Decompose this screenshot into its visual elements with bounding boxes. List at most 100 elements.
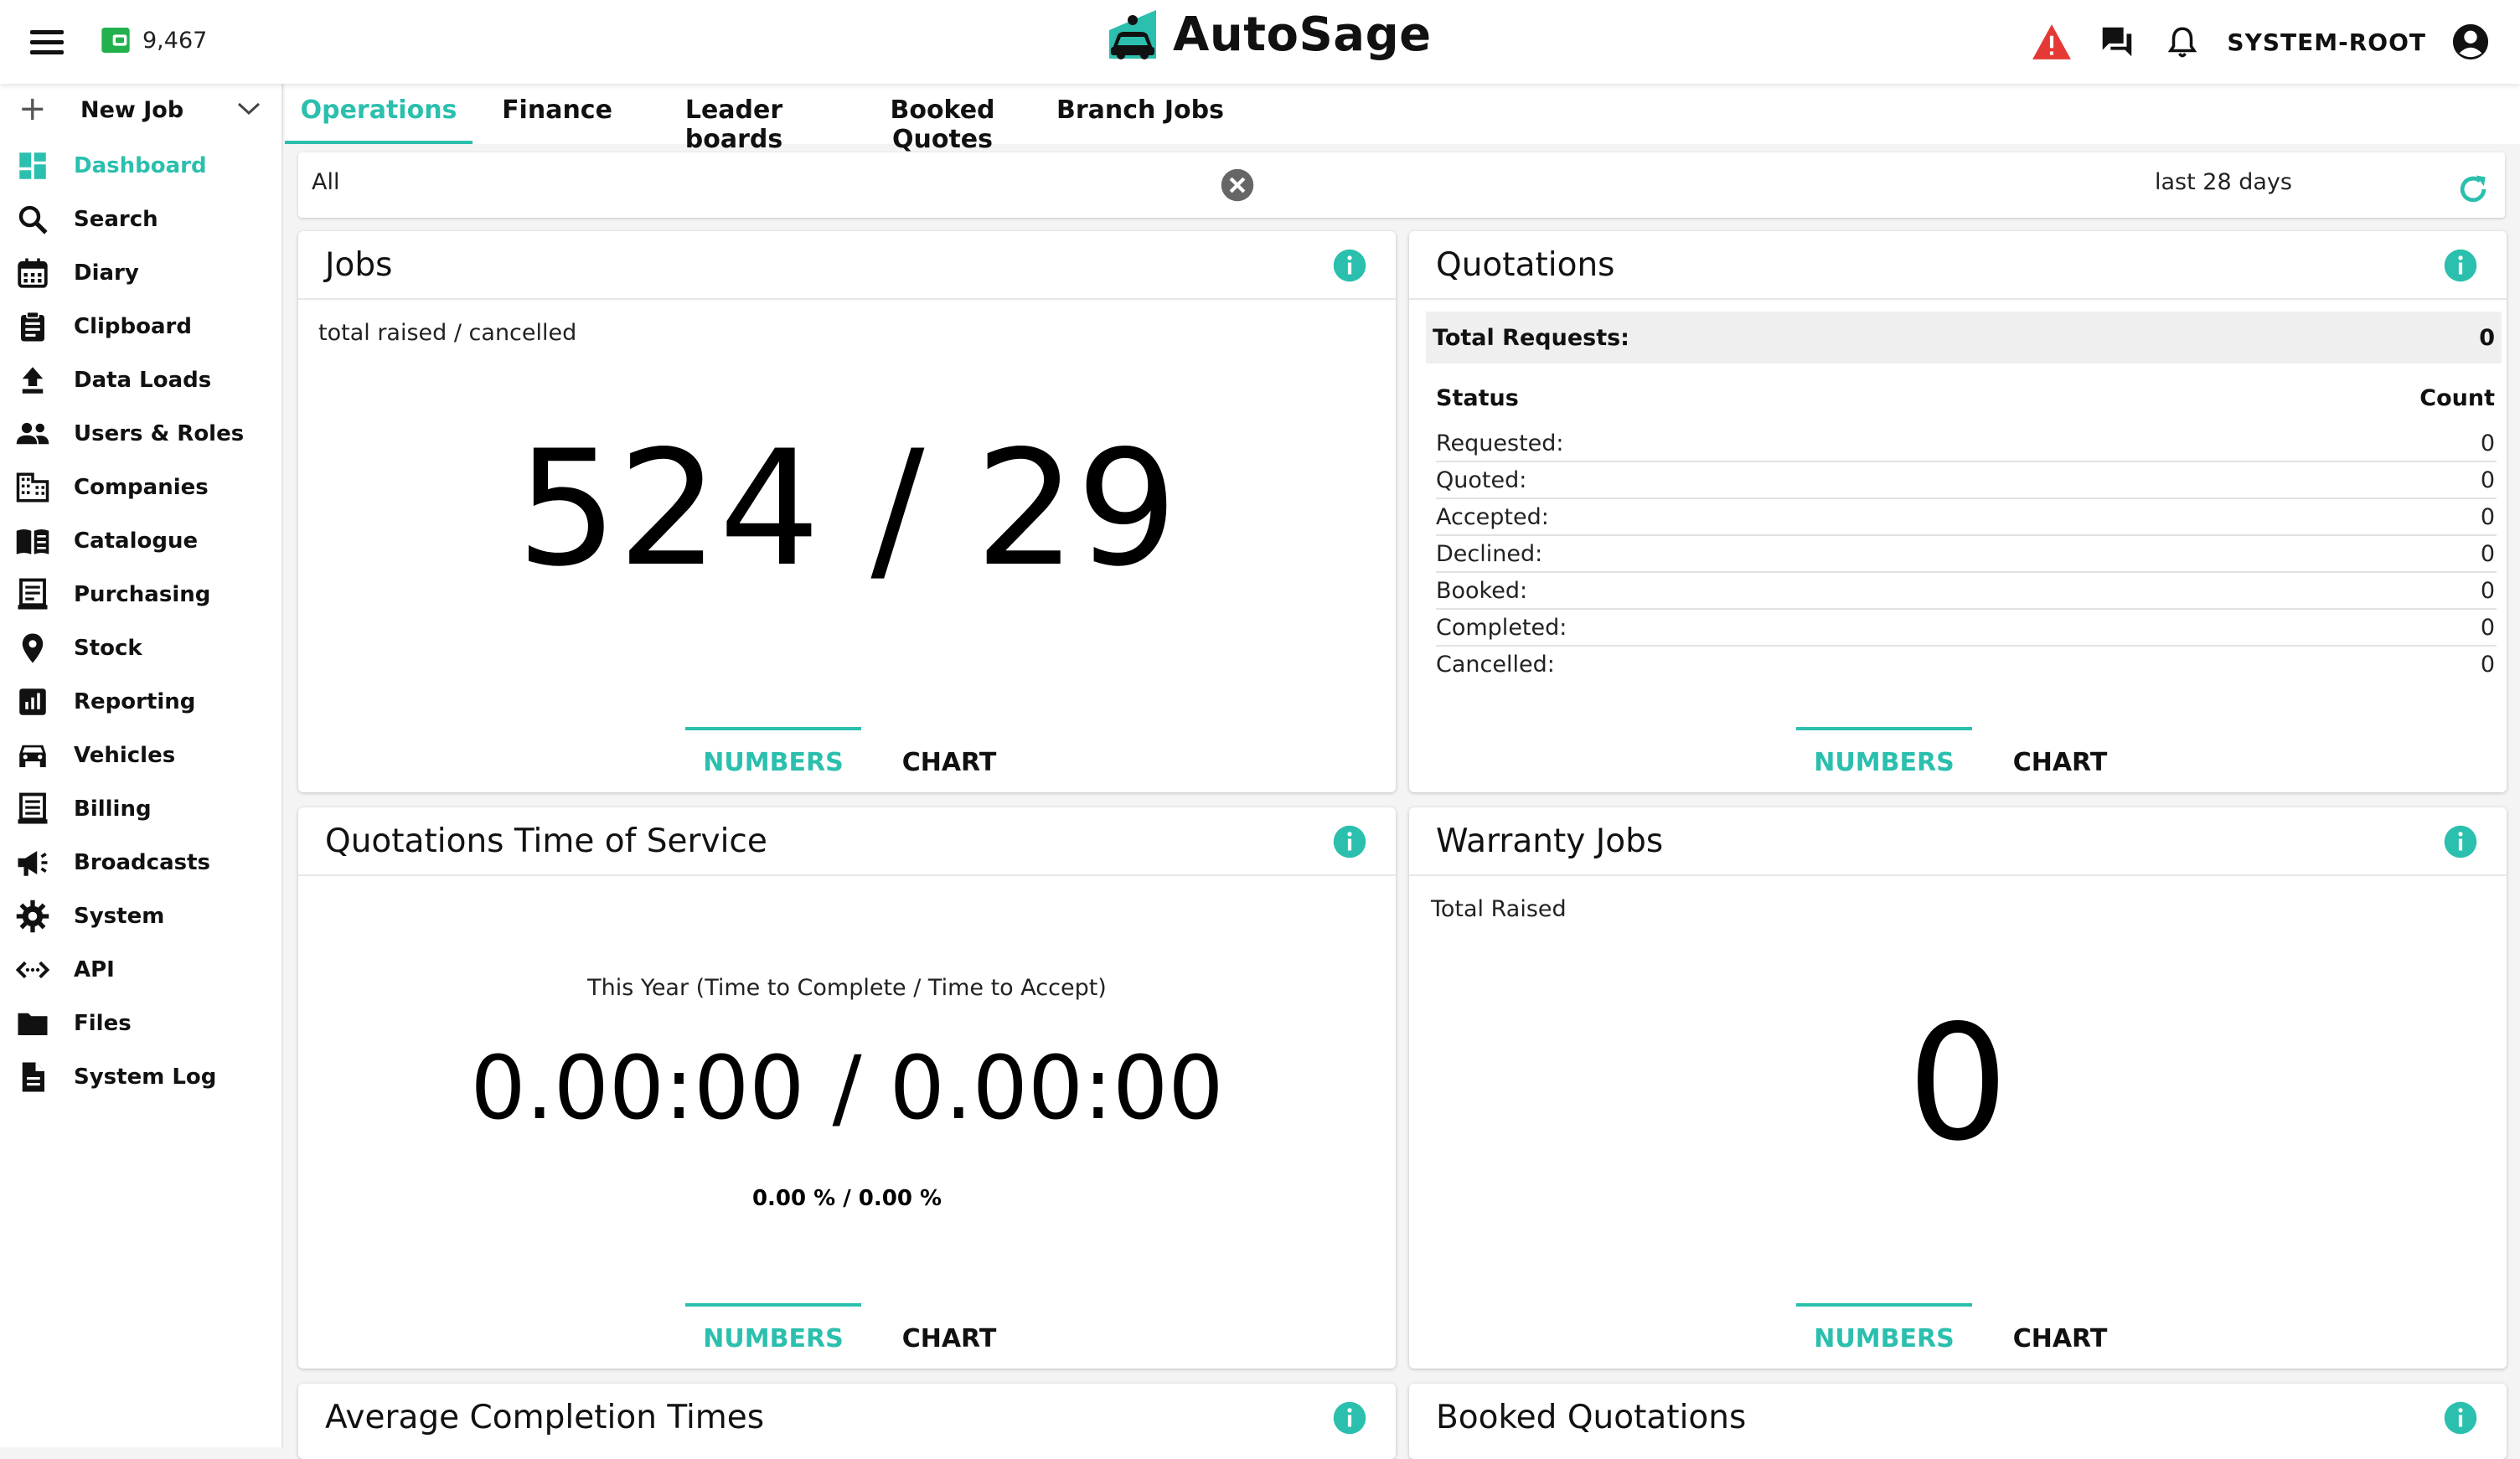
megaphone-icon	[18, 851, 48, 876]
sidebar-item-users-roles[interactable]: Users & Roles	[0, 410, 281, 457]
tab-operations[interactable]: Operations	[285, 95, 472, 144]
card-header: Quotations	[1409, 231, 2507, 300]
menu-icon[interactable]	[30, 25, 64, 59]
warning-icon[interactable]	[2031, 21, 2073, 63]
card-title: Booked Quotations	[1436, 1399, 1747, 1436]
tab-leader-boards[interactable]: Leader boards	[635, 95, 833, 154]
tab-booked-quotes[interactable]: Booked Quotes	[844, 95, 1041, 154]
chart-button[interactable]: CHART	[1972, 1303, 2148, 1357]
clear-icon[interactable]	[1220, 168, 1255, 203]
sidebar-item-label: Files	[74, 1011, 132, 1036]
table-row: Booked: 0	[1436, 573, 2497, 610]
chart-button[interactable]: CHART	[1972, 727, 2148, 781]
plus-icon: +	[18, 90, 47, 128]
chat-icon[interactable]	[2096, 21, 2138, 63]
table-row: Requested: 0	[1436, 425, 2497, 462]
sidebar-item-label: Data Loads	[74, 368, 212, 393]
sidebar-item-label: Search	[74, 207, 158, 232]
numbers-button[interactable]: NUMBERS	[1796, 727, 1972, 781]
status-label: Quoted:	[1436, 467, 1527, 493]
brand-name: AutoSage	[1173, 7, 1432, 62]
sidebar-item-label: Catalogue	[74, 528, 199, 554]
tab-finance[interactable]: Finance	[484, 95, 630, 144]
view-toggle: NUMBERS CHART	[1796, 727, 2148, 781]
code-icon	[15, 961, 50, 979]
sidebar-item-label: Broadcasts	[74, 850, 210, 875]
sidebar-item-billing[interactable]: Billing	[0, 786, 281, 833]
gear-icon	[16, 900, 49, 933]
filter-select[interactable]: All	[312, 169, 339, 195]
sidebar-item-label: Vehicles	[74, 743, 176, 768]
sidebar-item-label: Stock	[74, 636, 142, 661]
date-range-select[interactable]: last 28 days	[2155, 169, 2292, 195]
numbers-button[interactable]: NUMBERS	[685, 1303, 861, 1357]
warranty-jobs-card: Warranty Jobs Total Raised 0 NUMBERS CHA…	[1409, 807, 2507, 1369]
info-icon[interactable]	[1332, 824, 1367, 859]
card-header: Warranty Jobs	[1409, 807, 2507, 876]
dashboard-icon	[19, 152, 46, 179]
view-toggle: NUMBERS CHART	[685, 727, 1037, 781]
status-label: Booked:	[1436, 578, 1528, 604]
status-count: 0	[2480, 652, 2495, 678]
sidebar-item-search[interactable]: Search	[0, 196, 281, 243]
info-icon[interactable]	[1332, 1400, 1367, 1436]
status-table-header: Status Count	[1436, 385, 2495, 419]
status-label: Declined:	[1436, 541, 1543, 567]
status-count: 0	[2480, 467, 2495, 493]
table-row: Declined: 0	[1436, 536, 2497, 573]
calendar-icon	[18, 258, 48, 288]
sidebar-item-api[interactable]: API	[0, 946, 281, 993]
sidebar-item-files[interactable]: Files	[0, 1000, 281, 1047]
numbers-button[interactable]: NUMBERS	[1796, 1303, 1972, 1357]
sidebar-item-label: Purchasing	[74, 582, 211, 607]
sidebar-item-label: Users & Roles	[74, 421, 245, 446]
account-circle-icon[interactable]	[2450, 21, 2492, 63]
sidebar-item-stock[interactable]: Stock	[0, 625, 281, 672]
bar-chart-icon	[19, 688, 46, 715]
card-title: Quotations	[1436, 246, 1615, 284]
status-count: 0	[2480, 430, 2495, 456]
jobs-card: Jobs total raised / cancelled 524 / 29 N…	[298, 231, 1396, 792]
sidebar-item-system[interactable]: System	[0, 893, 281, 940]
upload-icon	[22, 367, 44, 394]
info-icon[interactable]	[2443, 1400, 2478, 1436]
chart-button[interactable]: CHART	[861, 1303, 1037, 1357]
time-of-service-card: Quotations Time of Service This Year (Ti…	[298, 807, 1396, 1369]
info-icon[interactable]	[1332, 248, 1367, 283]
dashboard-tabs: Operations Finance Leader boards Booked …	[285, 84, 2520, 154]
numbers-button[interactable]: NUMBERS	[685, 727, 861, 781]
chevron-down-icon[interactable]	[236, 101, 261, 117]
info-icon[interactable]	[2443, 824, 2478, 859]
new-job-button[interactable]: + New Job	[0, 89, 281, 131]
car-icon	[19, 745, 46, 767]
sidebar-item-broadcasts[interactable]: Broadcasts	[0, 839, 281, 886]
sidebar-item-data-loads[interactable]: Data Loads	[0, 357, 281, 404]
sidebar-item-purchasing[interactable]: Purchasing	[0, 571, 281, 618]
sidebar-item-label: API	[74, 957, 115, 982]
filter-bar: All last 28 days	[298, 152, 2505, 218]
bell-icon[interactable]	[2161, 21, 2203, 63]
user-name[interactable]: SYSTEM-ROOT	[2227, 28, 2426, 56]
sidebar-item-catalogue[interactable]: Catalogue	[0, 518, 281, 565]
status-count: 0	[2480, 615, 2495, 641]
sidebar-item-companies[interactable]: Companies	[0, 464, 281, 511]
sidebar-item-reporting[interactable]: Reporting	[0, 678, 281, 725]
brand[interactable]: AutoSage	[1106, 7, 1432, 62]
status-header: Status	[1436, 385, 1519, 411]
warranty-value: 0	[1907, 991, 2009, 1176]
chart-button[interactable]: CHART	[861, 727, 1037, 781]
invoice-icon	[18, 792, 48, 824]
credits-indicator[interactable]: 9,467	[99, 23, 207, 57]
new-job-label: New Job	[80, 96, 184, 123]
sidebar-item-dashboard[interactable]: Dashboard	[0, 142, 281, 189]
info-icon[interactable]	[2443, 248, 2478, 283]
sidebar-item-system-log[interactable]: System Log	[0, 1054, 281, 1101]
clipboard-icon	[21, 311, 44, 342]
sidebar-item-clipboard[interactable]: Clipboard	[0, 303, 281, 350]
folder-icon	[18, 1013, 48, 1035]
refresh-icon[interactable]	[2455, 171, 2492, 208]
tab-branch-jobs[interactable]: Branch Jobs	[1054, 95, 1226, 144]
table-row: Accepted: 0	[1436, 499, 2497, 536]
sidebar-item-diary[interactable]: Diary	[0, 250, 281, 296]
sidebar-item-vehicles[interactable]: Vehicles	[0, 732, 281, 779]
